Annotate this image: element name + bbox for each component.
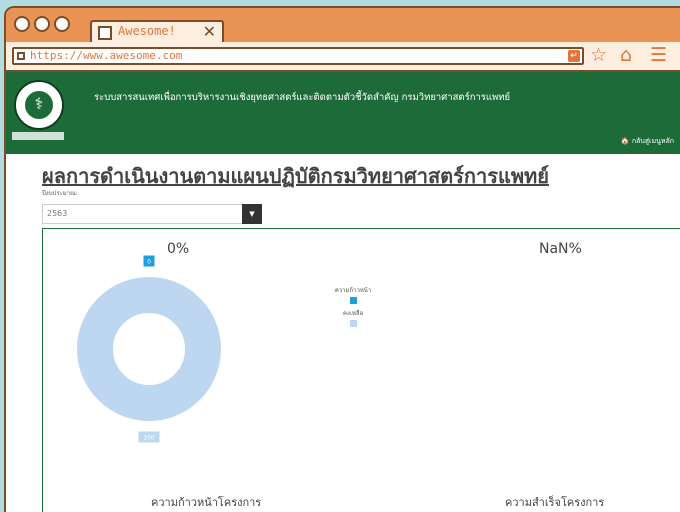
data-label-progress: 0 xyxy=(142,254,156,268)
address-bar[interactable]: https://www.awesome.com ↵ xyxy=(12,47,584,65)
department-logo[interactable]: ⚕ xyxy=(14,80,64,130)
menu-icon[interactable]: ☰ xyxy=(650,44,667,66)
logo-emblem: ⚕ xyxy=(23,89,55,121)
address-url[interactable]: https://www.awesome.com xyxy=(30,49,182,62)
window-minimize-dot[interactable] xyxy=(34,16,50,32)
year-label: ปีงบประมาณ: xyxy=(42,190,78,197)
tab-page-icon xyxy=(98,26,112,40)
chart-legend: ความก้าวหน้า คงเหลือ xyxy=(323,285,383,331)
caduceus-icon: ⚕ xyxy=(34,94,44,113)
legend-label-remaining: คงเหลือ xyxy=(342,310,364,317)
tab-title: Awesome! xyxy=(118,24,176,38)
data-label-remaining: 100 xyxy=(137,430,161,444)
logo-caption xyxy=(12,132,64,140)
browser-window: Awesome! ✕ https://www.awesome.com ↵ ☆ ⌂… xyxy=(4,6,680,512)
legend-swatch-progress[interactable] xyxy=(349,297,357,304)
chart-panel: 0% NaN% 0 100 ความก้าวหน้า คงเหลือ ความก้… xyxy=(42,228,680,512)
chevron-down-icon[interactable]: ▼ xyxy=(242,204,262,224)
page-icon xyxy=(17,52,25,60)
browser-tab[interactable]: Awesome! ✕ xyxy=(90,20,224,42)
year-select[interactable]: 2563 ▼ xyxy=(42,204,262,224)
window-close-dot[interactable] xyxy=(14,16,30,32)
legend-swatch-remaining[interactable] xyxy=(349,320,357,327)
page-title: ผลการดำเนินงานตามแผนปฏิบัติกรมวิทยาศาสตร… xyxy=(42,164,549,188)
back-to-menu-link[interactable]: 🏠 กลับสู่เมนูหลัก xyxy=(621,136,674,147)
go-icon[interactable]: ↵ xyxy=(568,50,580,62)
star-icon[interactable]: ☆ xyxy=(590,44,607,66)
data-label-text: 100 xyxy=(143,435,155,442)
browser-toolbar: https://www.awesome.com ↵ ☆ ⌂ ☰ xyxy=(6,42,680,72)
tab-close-icon[interactable]: ✕ xyxy=(203,22,216,41)
site-header: ⚕ ระบบสารสนเทศเพื่อการบริหารงานเชิงยุทธศ… xyxy=(6,72,680,154)
progress-donut-chart: 0 100 xyxy=(77,254,221,444)
title-bar: Awesome! ✕ xyxy=(6,8,680,42)
site-title: ระบบสารสนเทศเพื่อการบริหารงานเชิงยุทธศาส… xyxy=(94,92,511,103)
year-value: 2563 xyxy=(47,209,68,218)
window-maximize-dot[interactable] xyxy=(54,16,70,32)
progress-chart-caption: ความก้าวหน้าโครงการ xyxy=(151,496,262,509)
donut-slice-remaining[interactable] xyxy=(77,277,221,421)
success-chart-caption: ความสำเร็จโครงการ xyxy=(505,496,605,509)
home-icon[interactable]: ⌂ xyxy=(620,44,632,66)
data-label-text: 0 xyxy=(147,259,151,266)
legend-label-progress: ความก้าวหน้า xyxy=(334,287,372,294)
